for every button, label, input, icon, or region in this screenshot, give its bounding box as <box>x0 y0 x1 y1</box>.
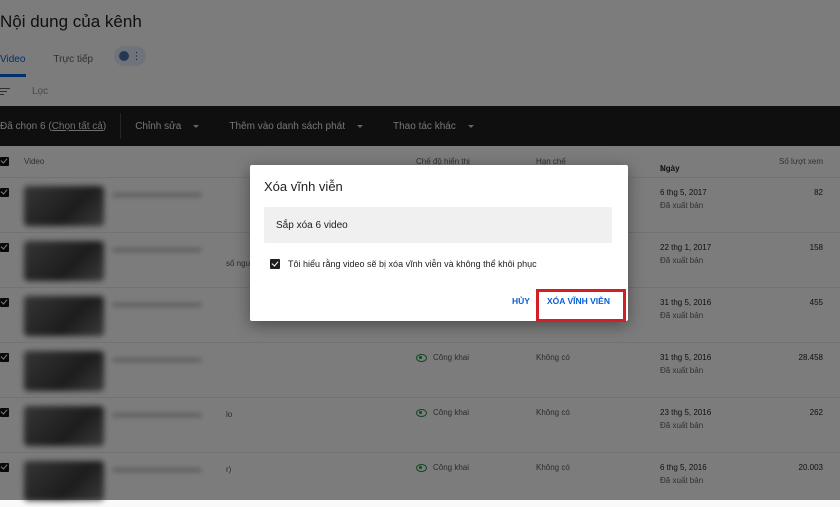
dialog-message: Sắp xóa 6 video <box>276 219 348 231</box>
dialog-message-box: Sắp xóa 6 video <box>264 207 612 243</box>
highlight-box <box>536 289 626 322</box>
cancel-button[interactable]: HỦY <box>512 296 530 306</box>
dialog-title: Xóa vĩnh viễn <box>264 179 343 194</box>
confirm-checkbox[interactable] <box>270 259 280 269</box>
confirm-checkbox-label[interactable]: Tôi hiểu rằng video sẽ bị xóa vĩnh viễn … <box>288 259 537 269</box>
